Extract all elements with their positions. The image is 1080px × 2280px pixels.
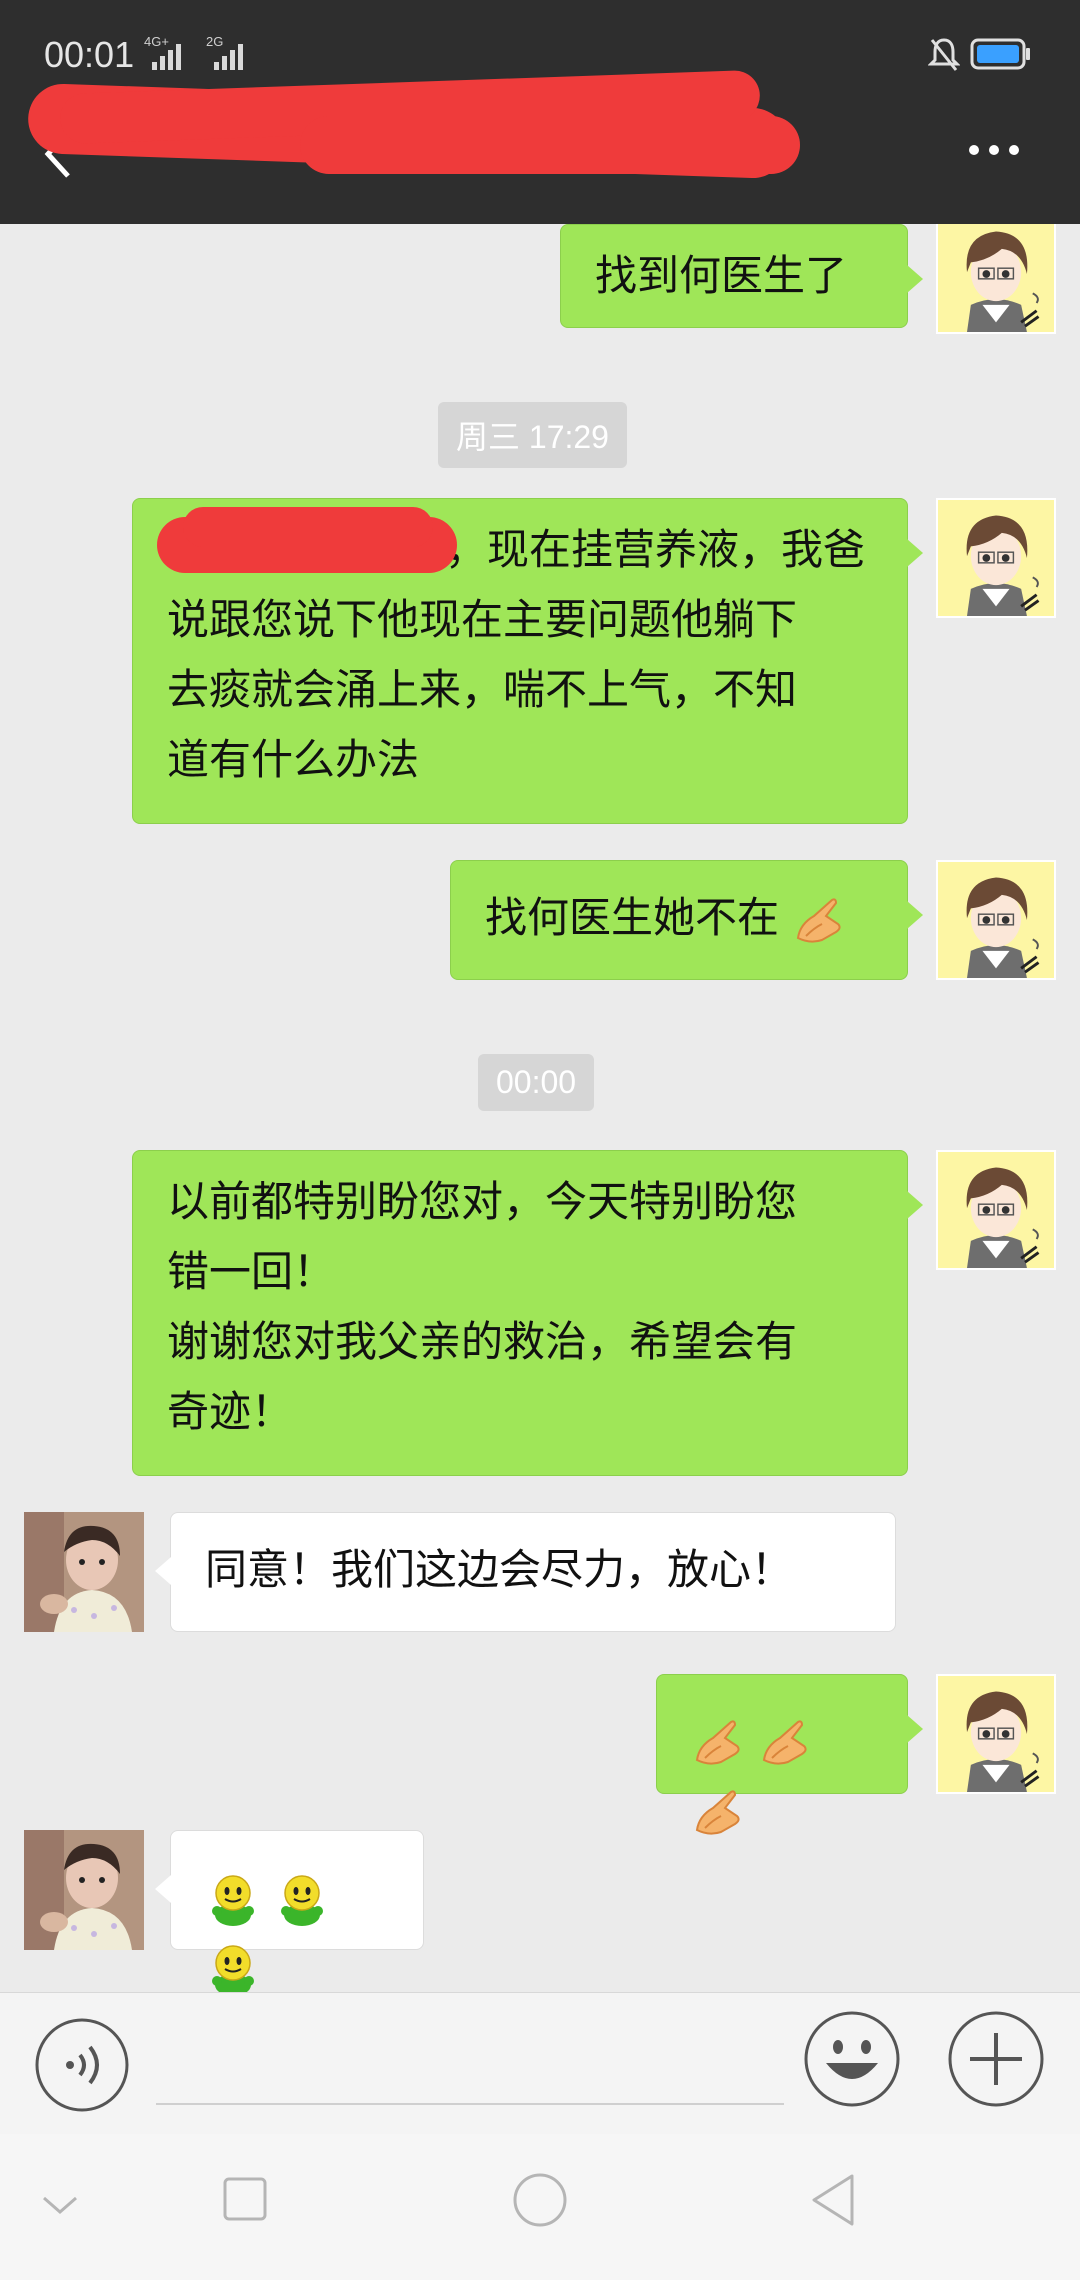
message-bubble-me[interactable]: 找何医生她不在: [450, 860, 923, 980]
green-smiley-icon: [205, 1941, 261, 1993]
message-bubble-me[interactable]: 以前都特别盼您对，今天特别盼您 错一回！ 谢谢您对我父亲的救治，希望会有 奇迹！: [132, 1150, 923, 1476]
pray-hands-icon: [758, 1716, 812, 1770]
input-bar: [0, 1992, 1080, 2135]
message-line: 谢谢您对我父亲的救治，希望会有: [167, 1317, 798, 1366]
pray-hands-icon: [792, 894, 846, 948]
plus-icon[interactable]: [946, 2009, 1046, 2109]
message-text: 同意！我们这边会尽力，放心！: [205, 1545, 794, 1594]
more-icon[interactable]: [966, 140, 1022, 160]
avatar-me[interactable]: [936, 1150, 1056, 1270]
redaction-mark: [300, 116, 800, 174]
status-time: 00:01: [44, 34, 135, 75]
chevron-down-icon[interactable]: [40, 2190, 80, 2220]
avatar-contact[interactable]: [24, 1512, 144, 1632]
battery-icon: [970, 38, 1030, 70]
pray-hands-icon: [691, 1716, 745, 1770]
message-line: 以前都特别盼您对，今天特别盼您: [167, 1177, 798, 1226]
home-circle-icon[interactable]: [512, 2172, 568, 2228]
message-input[interactable]: [156, 2021, 784, 2105]
avatar-me[interactable]: [936, 860, 1056, 980]
message-line: 说跟您说下他现在主要问题他躺下: [167, 595, 798, 644]
green-smiley-icon: [205, 1871, 261, 1927]
voice-icon[interactable]: [34, 2017, 130, 2113]
back-triangle-icon[interactable]: [808, 2172, 858, 2228]
system-nav-bar: [0, 2134, 1080, 2280]
message-bubble-contact[interactable]: 同意！我们这边会尽力，放心！: [155, 1512, 896, 1632]
message-line: 错一回！: [167, 1247, 336, 1296]
message-text: 找到何医生了: [595, 251, 848, 300]
green-smiley-icon: [274, 1871, 330, 1927]
avatar-me[interactable]: [936, 1674, 1056, 1794]
message-bubble-me[interactable]: 找到何医生了: [560, 224, 923, 328]
message-line: 奇迹！: [167, 1387, 294, 1436]
message-line: 去痰就会涌上来，喘不上气，不知: [167, 665, 798, 714]
signal-group: 4G+ 2G: [142, 34, 252, 70]
timestamp-label: 周三 17:29: [438, 402, 627, 468]
redaction-mark: [183, 507, 433, 547]
message-bubble-me[interactable]: [656, 1674, 923, 1794]
top-bar: 00:01 4G+ 2G: [0, 0, 1080, 224]
emoji-icon[interactable]: [802, 2009, 902, 2109]
signal-4g-icon: 4G+: [142, 34, 190, 70]
message-bubble-contact[interactable]: [155, 1830, 424, 1950]
bell-muted-icon: [928, 38, 960, 71]
timestamp-label: 00:00: [478, 1054, 595, 1111]
chat-area[interactable]: 找到何医生了 周三 17:29 ，现在挂营养液，我爸 说跟您说下他现在主要问题他…: [0, 224, 1080, 1992]
message-bubble-me[interactable]: ，现在挂营养液，我爸 说跟您说下他现在主要问题他躺下 去痰就会涌上来，喘不上气，…: [132, 498, 923, 824]
avatar-contact[interactable]: [24, 1830, 144, 1950]
recents-square-icon[interactable]: [222, 2176, 268, 2222]
avatar-me[interactable]: [936, 224, 1056, 334]
signal-2g-icon: 2G: [204, 34, 252, 70]
pray-hands-icon: [691, 1786, 745, 1840]
avatar-me[interactable]: [936, 498, 1056, 618]
message-text: 找何医生她不在: [485, 893, 780, 942]
message-line: 道有什么办法: [167, 735, 420, 784]
